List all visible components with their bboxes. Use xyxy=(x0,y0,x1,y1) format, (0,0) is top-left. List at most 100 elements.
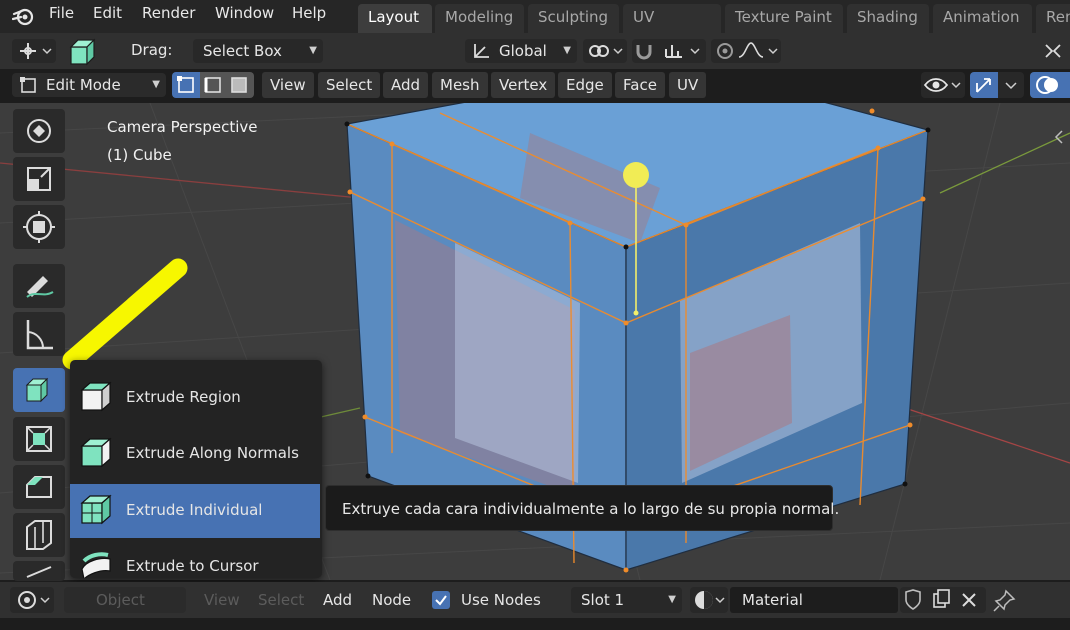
transform-icon xyxy=(23,211,55,243)
tab-texture-paint[interactable]: Texture Paint xyxy=(725,4,843,33)
scale-icon xyxy=(27,167,51,191)
chevron-down-icon xyxy=(1005,82,1017,90)
material-name-field[interactable]: Material xyxy=(730,587,898,613)
menu-mesh[interactable]: Mesh xyxy=(432,72,488,98)
view-name-label: Camera Perspective xyxy=(107,118,258,136)
menu-view-bottom[interactable]: View xyxy=(204,591,240,609)
chevron-down-icon: ▼ xyxy=(309,45,317,56)
menu-file[interactable]: File xyxy=(49,4,74,22)
highlighter-stroke xyxy=(62,258,188,370)
tab-sculpting[interactable]: Sculpting xyxy=(528,4,619,33)
overlays-toggle[interactable] xyxy=(1030,72,1070,98)
tooltip-text: Extruye cada cara individualmente a lo l… xyxy=(342,500,840,518)
edit-mode-icon xyxy=(20,77,36,93)
proportional-editing[interactable] xyxy=(711,39,781,63)
orientation-dropdown[interactable]: Global ▼ xyxy=(465,39,577,63)
editor-type-dropdown[interactable] xyxy=(10,587,54,613)
face-select-mode[interactable] xyxy=(226,72,254,98)
flyout-extrude-to-cursor[interactable]: Extrude to Cursor xyxy=(70,540,320,578)
options-icon[interactable] xyxy=(1040,39,1066,63)
menu-select[interactable]: Select xyxy=(318,72,381,98)
slot-dropdown[interactable]: Slot 1 ▼ xyxy=(571,587,682,613)
transform-pivot-dropdown[interactable] xyxy=(12,39,56,63)
transform-gizmo-tool[interactable] xyxy=(13,205,65,249)
flyout-extrude-along-normals[interactable]: Extrude Along Normals xyxy=(70,427,320,481)
eye-icon xyxy=(923,78,961,92)
tab-shading[interactable]: Shading xyxy=(847,4,929,33)
annotate-tool[interactable] xyxy=(13,264,65,308)
scale-tool[interactable] xyxy=(13,157,65,201)
drag-select-dropdown[interactable]: Select Box ▼ xyxy=(193,39,323,63)
menu-window[interactable]: Window xyxy=(215,4,274,22)
use-nodes-checkbox[interactable] xyxy=(432,591,450,609)
duplicate-icon[interactable] xyxy=(933,589,950,608)
tool-shelf xyxy=(10,107,68,582)
node-editor-area[interactable] xyxy=(0,618,1070,630)
menu-render[interactable]: Render xyxy=(142,4,195,22)
menu-add-bottom[interactable]: Add xyxy=(323,591,352,609)
mode-dropdown[interactable]: Edit Mode ▼ xyxy=(12,73,166,97)
snap-controls[interactable] xyxy=(632,39,706,63)
flyout-label-extrude-region: Extrude Region xyxy=(126,388,241,406)
extrude-along-normals-icon xyxy=(80,437,112,468)
extrude-icon xyxy=(25,377,49,403)
vertex-select-mode[interactable] xyxy=(172,72,200,98)
menu-edge[interactable]: Edge xyxy=(558,72,612,98)
extrude-flyout-menu: Extrude Region Extrude Along Normals Ext… xyxy=(70,360,322,578)
pivot-point-dropdown[interactable] xyxy=(583,39,627,63)
edge-select-mode[interactable] xyxy=(200,72,226,98)
knife-icon xyxy=(26,566,52,578)
gizmo-toggle[interactable] xyxy=(970,72,998,98)
menu-edit[interactable]: Edit xyxy=(93,4,122,22)
chevron-down-icon: ▼ xyxy=(668,594,676,605)
menu-uv[interactable]: UV xyxy=(669,72,707,98)
rotate-icon xyxy=(27,119,51,143)
shader-type-dropdown[interactable]: Object xyxy=(64,587,186,613)
material-browse-dropdown[interactable] xyxy=(690,587,728,613)
node-editor-icon xyxy=(18,591,50,609)
extrude-tool[interactable] xyxy=(13,368,65,412)
measure-tool[interactable] xyxy=(13,312,65,356)
menu-add[interactable]: Add xyxy=(383,72,429,98)
material-sphere-icon xyxy=(695,591,725,609)
chevron-down-icon: ▼ xyxy=(563,45,571,56)
loop-cut-icon xyxy=(26,520,52,550)
flyout-extrude-region[interactable]: Extrude Region xyxy=(70,371,320,425)
arrow-left-icon xyxy=(1054,130,1063,144)
overlays-icon xyxy=(1036,76,1058,94)
checkmark-icon xyxy=(435,595,447,606)
object-name-label: (1) Cube xyxy=(107,146,172,164)
menu-vertex[interactable]: Vertex xyxy=(491,72,556,98)
viewport-header: Edit Mode ▼ View Select Add Mesh Vertex E… xyxy=(0,69,1070,103)
fake-user-shield-icon[interactable] xyxy=(905,589,921,610)
menu-face[interactable]: Face xyxy=(615,72,665,98)
drag-label: Drag: xyxy=(131,41,173,59)
pin-icon[interactable] xyxy=(990,587,1018,613)
viewport-side-tab[interactable] xyxy=(1048,103,1070,161)
menu-select-bottom[interactable]: Select xyxy=(258,591,304,609)
menu-node-bottom[interactable]: Node xyxy=(372,591,411,609)
tab-animation[interactable]: Animation xyxy=(933,4,1032,33)
tab-layout[interactable]: Layout xyxy=(358,4,432,33)
blender-logo-icon[interactable] xyxy=(12,5,36,27)
tab-modeling[interactable]: Modeling xyxy=(435,4,524,33)
flyout-extrude-individual[interactable]: Extrude Individual xyxy=(70,484,320,538)
flyout-label-extrude-individual: Extrude Individual xyxy=(126,501,263,519)
gizmo-dropdown[interactable] xyxy=(998,72,1024,98)
loop-cut-tool[interactable] xyxy=(13,513,65,557)
tool-tooltip: Extruye cada cara individualmente a lo l… xyxy=(325,485,839,531)
material-name: Material xyxy=(742,591,803,609)
inset-tool[interactable] xyxy=(13,417,65,461)
tab-uv-editing[interactable]: UV Editing xyxy=(623,4,721,53)
pivot-icon xyxy=(20,43,52,59)
extrude-gizmo-handle[interactable] xyxy=(623,162,649,188)
visibility-dropdown[interactable] xyxy=(921,72,965,98)
extrude-to-cursor-icon xyxy=(81,552,111,578)
tab-rendering[interactable]: Ren xyxy=(1036,4,1070,33)
knife-tool[interactable] xyxy=(13,561,65,581)
menu-help[interactable]: Help xyxy=(292,4,326,22)
unlink-close-icon[interactable] xyxy=(962,593,976,607)
menu-view[interactable]: View xyxy=(262,72,314,98)
transform-tool[interactable] xyxy=(13,109,65,153)
bevel-tool[interactable] xyxy=(13,465,65,509)
